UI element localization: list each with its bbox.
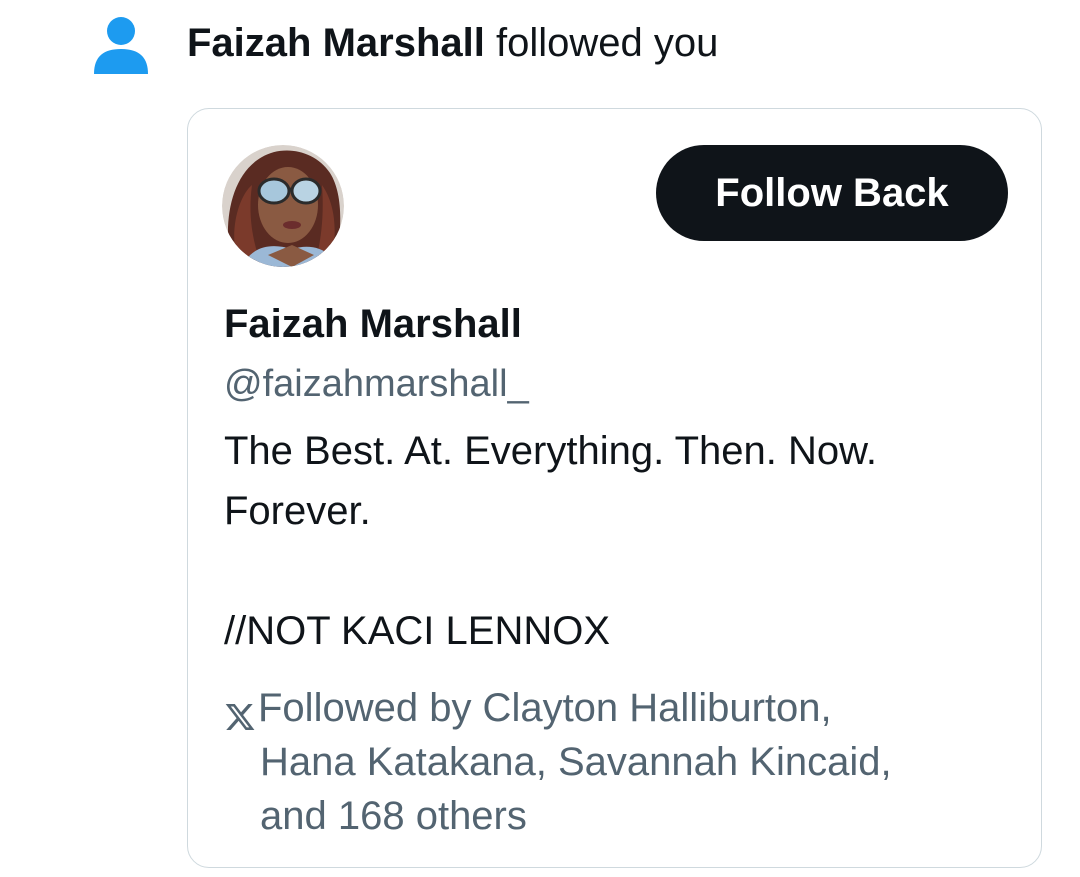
follow-back-button[interactable]: Follow Back — [656, 145, 1008, 241]
avatar[interactable] — [222, 145, 344, 267]
follower-name-link[interactable]: Faizah Marshall — [187, 21, 485, 65]
bio-line — [224, 541, 1004, 601]
person-icon — [90, 14, 152, 76]
user-handle[interactable]: @faizahmarshall_ — [224, 359, 529, 409]
followed-by-line: Hana Katakana, Savannah Kincaid, — [260, 740, 892, 784]
notification-action: followed you — [484, 21, 719, 65]
bio-line: The Best. At. Everything. Then. Now. — [224, 429, 877, 473]
bio: The Best. At. Everything. Then. Now. For… — [224, 421, 1004, 661]
followed-by-line: and 168 others — [260, 794, 527, 838]
bio-line: Forever. — [224, 489, 371, 533]
x-logo-icon — [224, 693, 256, 730]
bio-line: //NOT KACI LENNOX — [224, 609, 611, 653]
followed-by[interactable]: Followed by Clayton Halliburton, Hana Ka… — [224, 681, 1014, 843]
display-name[interactable]: Faizah Marshall — [224, 299, 522, 349]
profile-card[interactable]: Follow Back Faizah Marshall @faizahmarsh… — [187, 108, 1042, 868]
followed-by-line: Followed by Clayton Halliburton, — [258, 686, 832, 730]
notification-text: Faizah Marshall followed you — [187, 18, 718, 68]
